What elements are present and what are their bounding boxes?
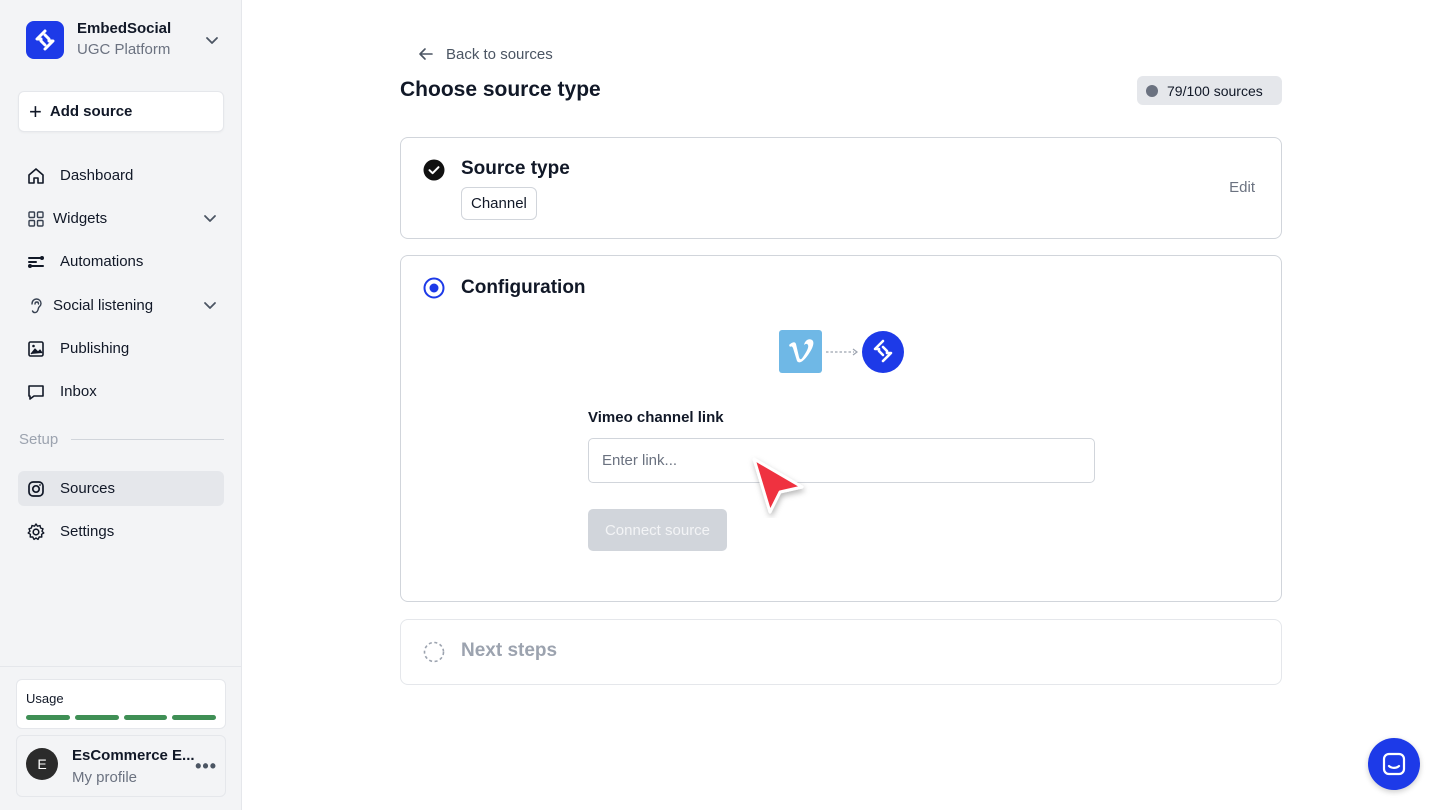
brand-name: EmbedSocial [77,20,172,37]
profile-card[interactable]: E EsCommerce E... My profile ••• [16,735,226,797]
sidebar-item-settings[interactable]: Settings [18,514,224,549]
sidebar-item-social-listening[interactable]: Social listening [18,288,224,323]
embedsocial-logo [26,21,64,59]
image-icon [26,339,46,359]
instagram-icon [26,479,46,499]
sidebar-item-label: Publishing [60,340,130,357]
ear-icon [26,296,46,316]
section-divider [71,439,224,440]
divider [0,666,242,667]
vimeo-link-input[interactable] [588,438,1095,483]
connect-source-button[interactable]: Connect source [588,509,727,551]
grid-icon [26,209,46,229]
automation-icon [26,252,46,272]
chat-bubble-icon [26,382,46,402]
step-source-type: Source type Channel Edit [400,137,1282,239]
step-configuration: Configuration Vimeo channel link Connect… [400,255,1282,602]
usage-segment [74,715,119,720]
usage-segment [26,715,70,720]
sidebar-item-dashboard[interactable]: Dashboard [18,158,224,193]
sidebar-item-widgets[interactable]: Widgets [18,201,224,236]
vimeo-link-label: Vimeo channel link [588,409,724,426]
chat-icon [1382,752,1406,776]
gear-icon [26,522,46,542]
sidebar: EmbedSocial UGC Platform + Add source Da… [0,0,242,810]
pending-circle-icon [423,641,445,663]
sources-usage-text: 79/100 sources [1167,82,1263,99]
chevron-down-icon [204,32,220,53]
radio-active-icon [423,277,445,299]
add-source-button[interactable]: + Add source [18,91,224,132]
profile-subtitle: My profile [72,769,138,786]
section-label-setup: Setup [19,431,59,448]
sidebar-item-automations[interactable]: Automations [18,244,224,279]
sources-usage-badge: 79/100 sources [1137,76,1282,105]
sidebar-item-label: Inbox [60,383,97,400]
source-type-chip: Channel [461,187,537,220]
usage-segment [123,715,168,720]
chat-launcher-button[interactable] [1368,738,1420,790]
home-icon [26,166,46,186]
pointer-cursor-icon [752,457,804,514]
arrow-dotted-icon [826,348,858,356]
sidebar-item-label: Dashboard [60,167,134,184]
usage-meter [26,715,216,720]
arrow-left-icon [419,48,433,60]
sidebar-item-publishing[interactable]: Publishing [18,331,224,366]
step-title: Source type [461,158,570,179]
usage-card[interactable]: Usage [16,679,226,729]
back-to-sources-link[interactable]: Back to sources [416,44,553,64]
chevron-down-icon [202,210,218,230]
step-next-steps: Next steps [400,619,1282,685]
connection-graphic [779,330,904,373]
plus-icon: + [29,98,42,124]
more-options-icon[interactable]: ••• [195,756,217,777]
profile-name: EsCommerce E... [72,747,195,764]
vimeo-logo-icon [779,330,822,373]
sidebar-item-inbox[interactable]: Inbox [18,374,224,409]
back-label: Back to sources [446,45,553,63]
sidebar-item-sources[interactable]: Sources [18,471,224,506]
usage-label: Usage [26,691,64,706]
sidebar-item-label: Automations [60,253,144,270]
avatar: E [26,748,58,780]
check-circle-icon [423,159,445,181]
status-dot [1146,84,1158,97]
step-title: Next steps [461,640,558,661]
sidebar-item-label: Settings [60,523,115,540]
page-title: Choose source type [400,78,601,101]
sidebar-item-label: Widgets [53,210,108,227]
workspace-switcher[interactable]: EmbedSocial UGC Platform [26,18,226,62]
edit-button[interactable]: Edit [1229,179,1255,196]
sidebar-item-label: Social listening [53,297,154,314]
add-source-label: Add source [49,103,133,120]
embedsocial-logo-icon [862,331,904,373]
brand-subtitle: UGC Platform [77,41,171,58]
sidebar-item-label: Sources [60,480,116,497]
chevron-down-icon [202,297,218,317]
usage-segment [172,715,216,720]
step-title: Configuration [461,277,586,298]
